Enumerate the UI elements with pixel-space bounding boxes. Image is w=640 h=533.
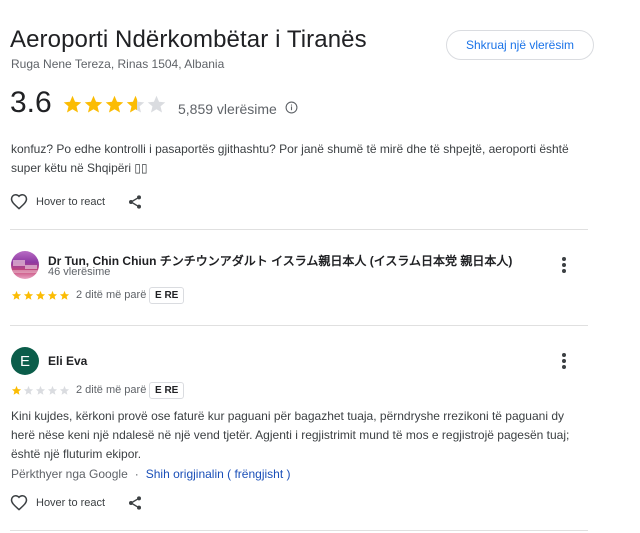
star-icon [35, 290, 46, 300]
heart-icon[interactable] [10, 494, 28, 511]
info-icon[interactable] [285, 101, 298, 114]
review-author[interactable]: Eli Eva [48, 354, 87, 368]
share-icon[interactable] [127, 495, 143, 511]
star-icon [105, 95, 124, 113]
place-address: Ruga Nene Tereza, Rinas 1504, Albania [11, 57, 225, 71]
avatar-image [11, 260, 39, 273]
average-rating-stars [62, 94, 167, 115]
write-review-button[interactable]: Shkruaj një vlerësim [446, 30, 594, 60]
star-icon [63, 95, 82, 113]
reviewer-meta: 46 vlerësime [48, 266, 111, 278]
review-author[interactable]: Dr Tun, Chin Chiun チンチウンアダルト イスラム親日本人 (イ… [48, 252, 512, 269]
new-badge: E RE [149, 382, 185, 399]
star-icon [11, 385, 22, 395]
star-icon [47, 385, 58, 395]
review-stars [11, 385, 71, 396]
react-row: Hover to react [10, 193, 105, 210]
place-title: Aeroporti Ndërkombëtar i Tiranës [10, 26, 367, 53]
separator: · [134, 467, 139, 481]
react-label[interactable]: Hover to react [36, 497, 105, 509]
review-stars [11, 290, 71, 301]
avatar[interactable]: E [11, 347, 39, 375]
star-icon [126, 95, 145, 113]
more-options-icon[interactable] [562, 257, 566, 273]
star-icon [59, 385, 70, 395]
divider [10, 229, 588, 230]
translated-label: Përkthyer nga Google [11, 467, 128, 481]
average-rating: 3.6 [10, 86, 52, 119]
review-text: konfuz? Po edhe kontrolli i pasaportës g… [11, 142, 569, 175]
divider [10, 325, 588, 326]
heart-icon[interactable] [10, 193, 28, 210]
review-count[interactable]: 5,859 vlerësime [178, 101, 277, 117]
see-original-link[interactable]: Shih origjinalin ( frëngjisht ) [146, 467, 291, 481]
react-row: Hover to react [10, 494, 105, 511]
star-icon [11, 290, 22, 300]
star-icon [23, 385, 34, 395]
star-icon [147, 95, 166, 113]
avatar[interactable] [11, 251, 39, 279]
review-text: Kini kujdes, kërkoni provë ose faturë ku… [11, 409, 570, 461]
star-icon [35, 385, 46, 395]
more-options-icon[interactable] [562, 353, 566, 369]
divider [10, 530, 588, 531]
translation-row: Përkthyer nga Google · Shih origjinalin … [11, 467, 290, 481]
review-date: 2 ditë më parë [76, 384, 147, 396]
review-date: 2 ditë më parë [76, 289, 147, 301]
star-icon [84, 95, 103, 113]
star-icon [59, 290, 70, 300]
share-icon[interactable] [127, 194, 143, 210]
new-badge: E RE [149, 287, 185, 304]
star-icon [47, 290, 58, 300]
star-icon [23, 290, 34, 300]
react-label[interactable]: Hover to react [36, 196, 105, 208]
